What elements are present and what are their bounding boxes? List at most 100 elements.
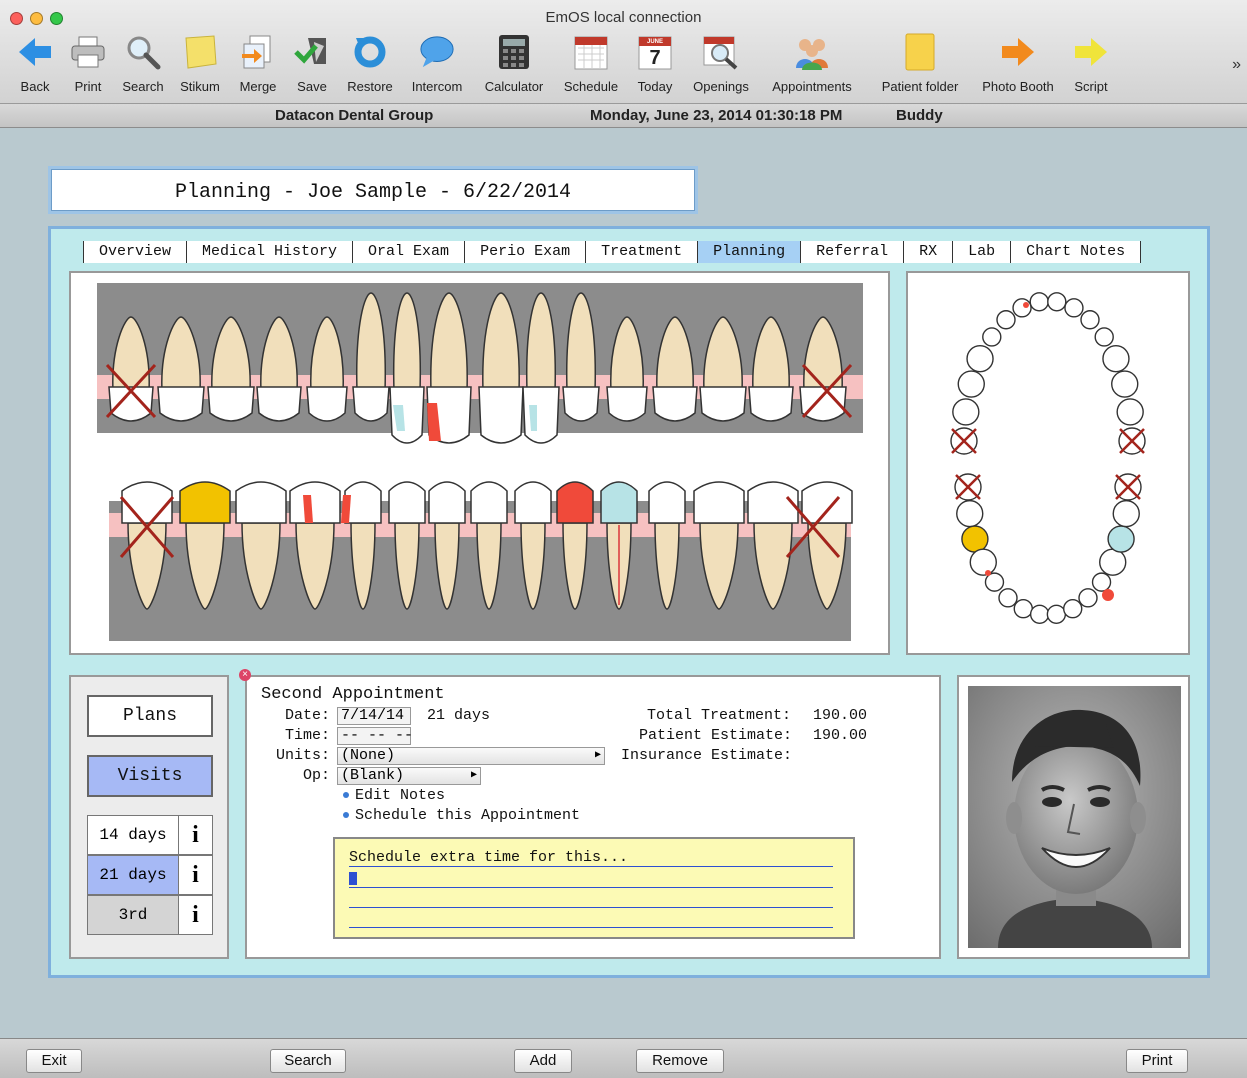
script-button[interactable]: Script xyxy=(1070,34,1112,94)
upper-tooth-crown xyxy=(478,386,524,444)
arch-chart[interactable] xyxy=(908,273,1188,653)
tooth-chart-panel xyxy=(69,271,890,655)
print-button[interactable]: Print xyxy=(1126,1049,1188,1073)
tab-medical-history[interactable]: Medical History xyxy=(186,241,353,263)
time-field[interactable]: -- -- -- xyxy=(337,727,413,745)
visit-row-2[interactable]: 21 days i xyxy=(87,855,213,895)
stikum-button[interactable]: Stikum xyxy=(176,34,224,94)
visit-label: 21 days xyxy=(99,866,167,884)
today-button[interactable]: JUNE 7 Today xyxy=(632,34,678,94)
upper-arch-tooth xyxy=(952,398,980,426)
upper-tooth-crown xyxy=(652,386,698,422)
units-select[interactable]: (None) ▶ xyxy=(337,747,605,765)
close-icon[interactable]: × xyxy=(239,669,251,681)
intercom-button[interactable]: Intercom xyxy=(406,34,468,94)
units-label: Units: xyxy=(276,747,331,764)
time-label: Time: xyxy=(285,727,331,744)
toolbar-overflow-button[interactable]: » xyxy=(1232,56,1241,74)
visit-row-1[interactable]: 14 days i xyxy=(87,815,213,855)
lower-tooth-crown xyxy=(648,481,686,524)
patient-estimate-value: 190.00 xyxy=(813,727,868,744)
appointment-note[interactable]: Schedule extra time for this... xyxy=(333,837,855,939)
visit-label: 3rd xyxy=(118,906,148,924)
plans-button[interactable]: Plans xyxy=(87,695,213,737)
schedule-appointment-link[interactable]: Schedule this Appointment xyxy=(343,807,580,824)
appointment-panel: × Second Appointment Date: 7/14/14 21 da… xyxy=(239,669,941,959)
tab-chart-notes[interactable]: Chart Notes xyxy=(1010,241,1142,263)
print-button[interactable]: Print xyxy=(66,34,110,94)
tab-oral-exam[interactable]: Oral Exam xyxy=(352,241,465,263)
lower-tooth-crown xyxy=(693,481,745,524)
current-user: Buddy xyxy=(896,107,943,124)
exit-button[interactable]: Exit xyxy=(26,1049,82,1073)
upper-tooth-crown xyxy=(157,386,205,422)
lower-arch-tooth xyxy=(969,548,997,576)
merge-button[interactable]: Merge xyxy=(234,34,282,94)
lower-tooth-crown xyxy=(470,481,508,524)
add-button[interactable]: Add xyxy=(514,1049,572,1073)
lower-arch-tooth xyxy=(998,588,1018,608)
tab-perio-exam[interactable]: Perio Exam xyxy=(464,241,586,263)
upper-arch-tooth xyxy=(1012,298,1032,318)
lower-arch-filling xyxy=(985,570,991,576)
schedule-button[interactable]: Schedule xyxy=(560,34,622,94)
lower-tooth-crown xyxy=(289,481,341,524)
patient-photo xyxy=(968,686,1181,948)
edit-notes-link[interactable]: Edit Notes xyxy=(343,787,445,804)
restore-button[interactable]: Restore xyxy=(342,34,398,94)
upper-tooth-crown xyxy=(256,386,302,422)
upper-tooth-crown xyxy=(207,386,255,422)
lower-arch-tooth xyxy=(1013,599,1033,619)
tab-planning[interactable]: Planning xyxy=(697,241,801,263)
practice-name: Datacon Dental Group xyxy=(275,107,434,124)
tab-treatment[interactable]: Treatment xyxy=(585,241,698,263)
upper-arch-tooth xyxy=(1102,345,1130,373)
folder-icon xyxy=(902,33,938,71)
tooth-chart[interactable] xyxy=(71,273,888,653)
text-cursor xyxy=(349,872,357,885)
calculator-button[interactable]: Calculator xyxy=(478,34,550,94)
patient-folder-button[interactable]: Patient folder xyxy=(872,33,968,94)
lower-arch-tooth xyxy=(956,499,984,528)
current-datetime: Monday, June 23, 2014 01:30:18 PM xyxy=(590,107,843,124)
units-value: (None) xyxy=(341,747,396,764)
lower-arch-tooth xyxy=(1029,604,1050,624)
upper-tooth-crown xyxy=(352,386,390,422)
back-button[interactable]: Back xyxy=(10,34,60,94)
info-icon[interactable]: i xyxy=(178,816,212,854)
appointments-button[interactable]: Appointments xyxy=(764,34,860,94)
remove-button[interactable]: Remove xyxy=(636,1049,724,1073)
visits-button[interactable]: Visits xyxy=(87,755,213,797)
date-field[interactable]: 7/14/14 xyxy=(337,707,411,725)
insurance-estimate-label: Insurance Estimate: xyxy=(621,747,793,764)
tab-lab[interactable]: Lab xyxy=(952,241,1011,263)
arch-chart-panel xyxy=(906,271,1190,655)
info-icon[interactable]: i xyxy=(178,856,212,894)
magnifier-icon xyxy=(125,34,161,70)
upper-arch-tooth xyxy=(1116,398,1144,426)
photo-booth-button[interactable]: Photo Booth xyxy=(976,34,1060,94)
schedule-appointment-label: Schedule this Appointment xyxy=(355,807,581,824)
op-select[interactable]: (Blank) ▶ xyxy=(337,767,481,785)
save-button[interactable]: Save xyxy=(292,34,332,94)
merge-icon xyxy=(240,34,276,70)
save-icon xyxy=(294,34,330,70)
search-button[interactable]: Search xyxy=(270,1049,346,1073)
tab-rx[interactable]: RX xyxy=(903,241,953,263)
lower-tooth-crown xyxy=(121,481,173,524)
info-icon[interactable]: i xyxy=(178,896,212,934)
appointment-heading: Second Appointment xyxy=(261,685,445,704)
page-header: Planning - Joe Sample - 6/22/2014 xyxy=(48,166,698,214)
openings-button[interactable]: Openings xyxy=(688,34,754,94)
lower-tooth-crown xyxy=(600,481,638,524)
note-rule xyxy=(349,866,833,867)
tab-overview[interactable]: Overview xyxy=(83,241,187,263)
visit-row-3[interactable]: 3rd i xyxy=(87,895,213,935)
search-toolbar-button[interactable]: Search xyxy=(118,34,168,94)
upper-tooth-crown xyxy=(562,386,600,422)
patient-photo-panel xyxy=(957,675,1190,959)
date-interval: 21 days xyxy=(427,707,491,724)
tab-referral[interactable]: Referral xyxy=(800,241,904,263)
upper-arch-tooth xyxy=(1080,310,1100,330)
lower-arch-tooth xyxy=(961,525,989,553)
